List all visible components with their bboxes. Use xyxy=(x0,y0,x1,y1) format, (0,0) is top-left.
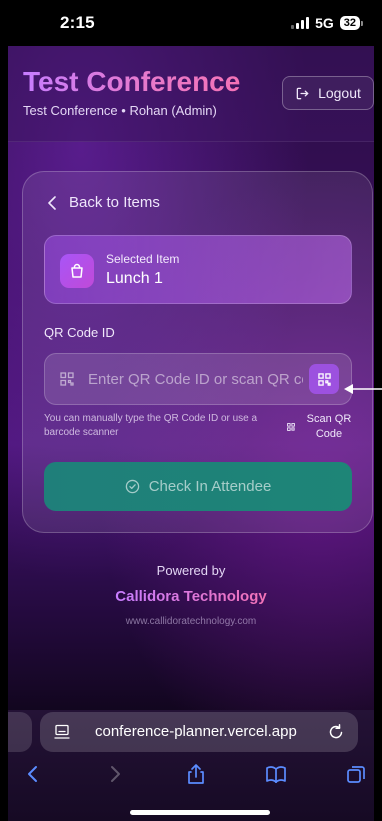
scan-qr-code-link[interactable]: Scan QR Code xyxy=(287,412,357,442)
previous-tab[interactable] xyxy=(8,712,32,752)
selected-item-value: Lunch 1 xyxy=(106,270,163,287)
selected-item-panel: Selected Item Lunch 1 xyxy=(44,235,352,304)
scan-link-label: Scan QR Code xyxy=(306,413,352,440)
check-in-label: Check In Attendee xyxy=(148,478,272,495)
page-subtitle: Test Conference • Rohan (Admin) xyxy=(23,103,217,118)
logout-label: Logout xyxy=(318,85,361,101)
tabs-icon[interactable] xyxy=(345,763,367,785)
bookmarks-icon[interactable] xyxy=(265,763,287,785)
chevron-left-icon xyxy=(48,195,56,210)
status-bar: 2:15 5G 32 xyxy=(8,0,374,46)
brand-name[interactable]: Callidora Technology xyxy=(8,588,374,605)
brand-website[interactable]: www.callidoratechnology.com xyxy=(8,616,374,627)
scan-qr-icon-button[interactable] xyxy=(309,364,339,394)
logout-icon xyxy=(296,87,309,99)
selected-item-label: Selected Item xyxy=(106,252,180,266)
back-label: Back to Items xyxy=(69,194,160,211)
app-header: Test Conference Test Conference • Rohan … xyxy=(8,46,374,142)
browser-toolbar xyxy=(8,761,374,791)
page-icon xyxy=(54,724,70,739)
status-indicators: 5G 32 xyxy=(291,15,364,31)
shopping-bag-icon xyxy=(60,254,94,288)
check-in-button[interactable]: Check In Attendee xyxy=(44,462,352,511)
qr-code-label: QR Code ID xyxy=(44,325,115,340)
qr-code-field xyxy=(44,353,352,405)
qr-code-icon xyxy=(317,372,331,386)
home-indicator xyxy=(130,810,270,815)
back-icon[interactable] xyxy=(22,763,44,785)
qr-code-input[interactable] xyxy=(88,364,303,394)
logout-button[interactable]: Logout xyxy=(282,76,374,110)
status-time: 2:15 xyxy=(60,13,95,32)
reload-icon[interactable] xyxy=(327,723,345,741)
qr-code-icon xyxy=(287,423,295,431)
checkin-card: Back to Items Selected Item Lunch 1 QR C… xyxy=(22,171,373,533)
forward-icon xyxy=(111,766,120,782)
annotation-arrow xyxy=(344,384,382,394)
page-title: Test Conference xyxy=(23,66,241,97)
share-icon[interactable] xyxy=(185,763,207,785)
signal-icon xyxy=(291,17,310,29)
browser-chrome: conference-planner.vercel.app xyxy=(8,710,374,821)
battery-icon: 32 xyxy=(339,16,364,30)
address-bar[interactable]: conference-planner.vercel.app xyxy=(40,712,358,752)
network-type: 5G xyxy=(315,15,334,31)
url-text: conference-planner.vercel.app xyxy=(95,723,297,740)
qr-code-icon xyxy=(60,372,74,386)
qr-help-text: You can manually type the QR Code ID or … xyxy=(44,413,258,438)
phone-screen: 2:15 5G 32 Test Conference Test Conferen… xyxy=(8,0,374,821)
app-content: Test Conference Test Conference • Rohan … xyxy=(8,46,374,710)
back-to-items-link[interactable]: Back to Items xyxy=(47,194,160,211)
check-circle-icon xyxy=(125,479,139,494)
powered-by-text: Powered by xyxy=(156,563,226,578)
